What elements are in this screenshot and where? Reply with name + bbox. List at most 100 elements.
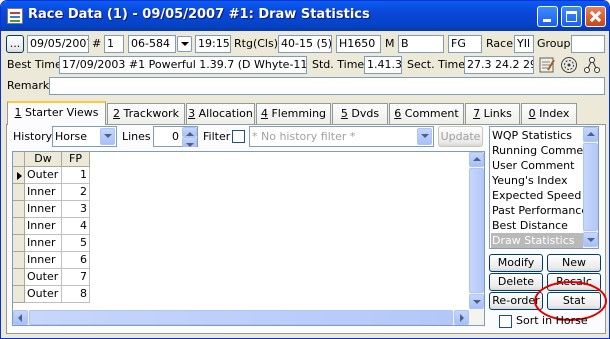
- column-header-fp[interactable]: FP: [62, 152, 90, 167]
- scroll-left-button[interactable]: [13, 310, 28, 325]
- race-field[interactable]: YIl: [514, 35, 534, 53]
- table-row[interactable]: Inner 4: [13, 218, 473, 235]
- modify-button[interactable]: Modify: [489, 254, 543, 272]
- cell-dw[interactable]: Outer: [25, 286, 62, 303]
- network-icon[interactable]: [583, 56, 601, 74]
- grid-horizontal-scrollbar[interactable]: [13, 310, 484, 325]
- cell-fp[interactable]: 7: [62, 269, 90, 286]
- cell-fp[interactable]: 2: [62, 184, 90, 201]
- cell-dw[interactable]: Inner: [25, 252, 62, 269]
- tab-dvds[interactable]: 5 Dvds: [332, 103, 388, 124]
- scroll-down-button[interactable]: [469, 294, 484, 309]
- list-scrollbar[interactable]: [583, 127, 598, 248]
- tab-label: Allocation: [195, 107, 253, 120]
- race-time-field[interactable]: 19:15: [195, 35, 231, 53]
- date-field[interactable]: 09/05/2007: [27, 35, 89, 53]
- going-field[interactable]: FG: [448, 35, 482, 53]
- ellipsis-button[interactable]: ...: [6, 35, 24, 53]
- filter-checkbox[interactable]: [232, 130, 245, 143]
- maximize-button[interactable]: [561, 6, 582, 27]
- cell-dw[interactable]: Inner: [25, 184, 62, 201]
- minimize-button[interactable]: [537, 6, 558, 27]
- list-item[interactable]: WQP Statistics: [491, 128, 583, 143]
- rating-field[interactable]: 40-15 (5): [278, 35, 332, 53]
- views-list[interactable]: WQP Statistics Running Comment User Comm…: [489, 126, 599, 249]
- scroll-up-button[interactable]: [583, 127, 598, 142]
- cell-dw[interactable]: Inner: [25, 235, 62, 252]
- cell-dw[interactable]: Inner: [25, 201, 62, 218]
- filter-dropdown[interactable]: [417, 128, 432, 145]
- cell-fp[interactable]: 5: [62, 235, 90, 252]
- scroll-down-button[interactable]: [583, 232, 598, 247]
- list-item[interactable]: Best Distance: [491, 218, 583, 233]
- edit-notes-icon[interactable]: [538, 56, 556, 74]
- list-item[interactable]: Running Comment: [491, 143, 594, 158]
- list-item[interactable]: Expected Speed: [491, 188, 583, 203]
- list-item[interactable]: Past Performance: [491, 203, 588, 218]
- table-row[interactable]: Inner 3: [13, 201, 473, 218]
- lines-up-button[interactable]: [182, 127, 197, 137]
- app-icon: [7, 8, 23, 24]
- group-field[interactable]: [571, 35, 605, 53]
- new-button[interactable]: New: [547, 254, 601, 272]
- delete-button[interactable]: Delete: [489, 273, 543, 291]
- column-header-dw[interactable]: Dw: [25, 152, 62, 167]
- tab-label: Flemming: [267, 107, 327, 120]
- distance-field[interactable]: H1650: [336, 35, 381, 53]
- table-row[interactable]: Inner 6: [13, 252, 473, 269]
- update-button[interactable]: Update: [438, 126, 483, 147]
- best-time-field[interactable]: 17/09/2003 #1 Powerful 1.39.7 (D Whyte-1…: [59, 56, 307, 74]
- grid-vertical-scrollbar[interactable]: [469, 152, 484, 310]
- filter-select[interactable]: * No history filter *: [249, 126, 434, 147]
- tab-starter-views[interactable]: 1 Starter Views: [7, 101, 106, 125]
- cell-fp[interactable]: 4: [62, 218, 90, 235]
- cell-fp[interactable]: 8: [62, 286, 90, 303]
- table-row[interactable]: Outer 1: [13, 167, 473, 184]
- race-code-field[interactable]: 06-584: [128, 35, 176, 53]
- list-item[interactable]: Yeung's Index: [491, 173, 583, 188]
- list-item[interactable]: User Comment: [491, 158, 583, 173]
- table-row[interactable]: Inner 5: [13, 235, 473, 252]
- race-no-field[interactable]: 1: [104, 35, 124, 53]
- scroll-up-button[interactable]: [469, 152, 484, 167]
- lines-label: Lines: [122, 130, 151, 143]
- table-row[interactable]: Inner 2: [13, 184, 473, 201]
- tab-index[interactable]: 0 Index: [521, 103, 577, 124]
- title-bar[interactable]: Race Data (1) - 09/05/2007 #1: Draw Stat…: [1, 1, 609, 31]
- scroll-thumb[interactable]: [469, 168, 484, 293]
- remark-field[interactable]: [49, 77, 605, 95]
- scroll-thumb[interactable]: [583, 143, 598, 231]
- draw-statistics-grid[interactable]: Dw FP Outer 1 Inner 2 Inner 3 Inner 4 In…: [12, 151, 485, 326]
- scroll-thumb[interactable]: [29, 310, 453, 325]
- tab-links[interactable]: 7 Links: [465, 103, 520, 124]
- cell-dw[interactable]: Outer: [25, 269, 62, 286]
- tab-flemming[interactable]: 4 Flemming: [256, 103, 331, 124]
- table-row[interactable]: Outer 8: [13, 286, 473, 303]
- cell-fp[interactable]: 6: [62, 252, 90, 269]
- race-code-dropdown[interactable]: [177, 36, 192, 52]
- window-title: Race Data (1) - 09/05/2007 #1: Draw Stat…: [28, 7, 370, 22]
- cell-fp[interactable]: 3: [62, 201, 90, 218]
- race-label: Race: [486, 37, 513, 50]
- close-button[interactable]: [585, 6, 606, 27]
- track-map-icon[interactable]: [560, 56, 578, 74]
- group-label: Group: [537, 37, 571, 50]
- sort-in-horse-checkbox[interactable]: [499, 315, 512, 328]
- row-header: [13, 235, 25, 252]
- scroll-right-button[interactable]: [454, 310, 469, 325]
- tab-trackwork[interactable]: 2 Trackwork: [107, 103, 185, 124]
- close-icon: [586, 7, 605, 26]
- cell-fp[interactable]: 1: [62, 167, 90, 184]
- tab-label: Dvds: [347, 107, 380, 120]
- lines-down-button[interactable]: [182, 137, 197, 147]
- tab-comment[interactable]: 6 Comment: [389, 103, 464, 124]
- cell-dw[interactable]: Outer: [25, 167, 62, 184]
- history-dropdown[interactable]: [100, 128, 115, 145]
- sect-time-field[interactable]: 27.3 24.2 29: [464, 56, 534, 74]
- std-time-field[interactable]: 1.41.3: [364, 56, 402, 74]
- tab-allocation[interactable]: 3 Allocation: [186, 103, 255, 124]
- list-item-selected[interactable]: Draw Statistics: [491, 233, 583, 248]
- m-field[interactable]: B: [398, 35, 444, 53]
- cell-dw[interactable]: Inner: [25, 218, 62, 235]
- table-row[interactable]: Outer 7: [13, 269, 473, 286]
